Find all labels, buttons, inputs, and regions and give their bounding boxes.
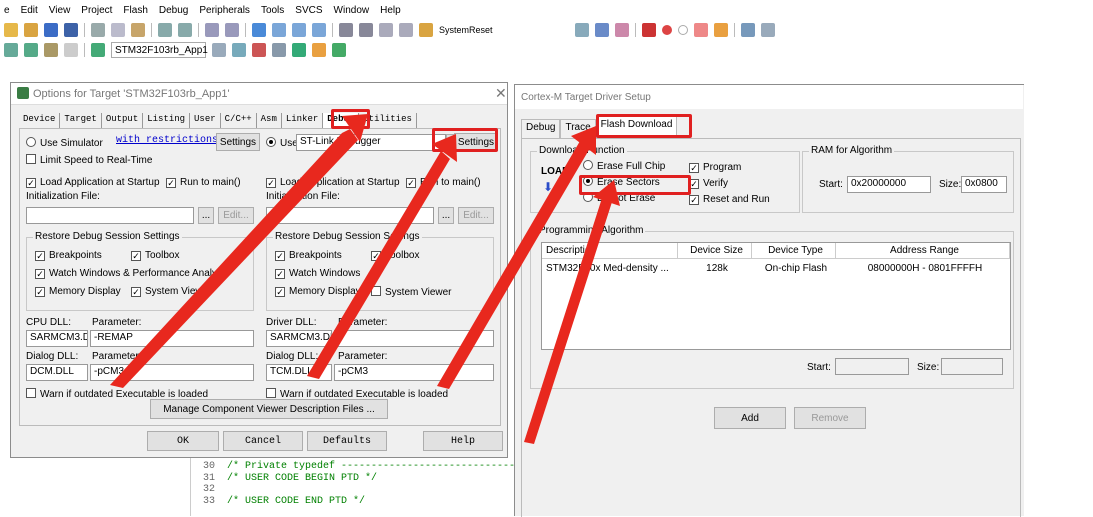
arrow-to-debug-tab [110, 129, 358, 388]
annotation-arrows [110, 114, 620, 444]
arrow-to-flash-tab [437, 141, 590, 389]
arrow-to-settings [307, 151, 450, 379]
